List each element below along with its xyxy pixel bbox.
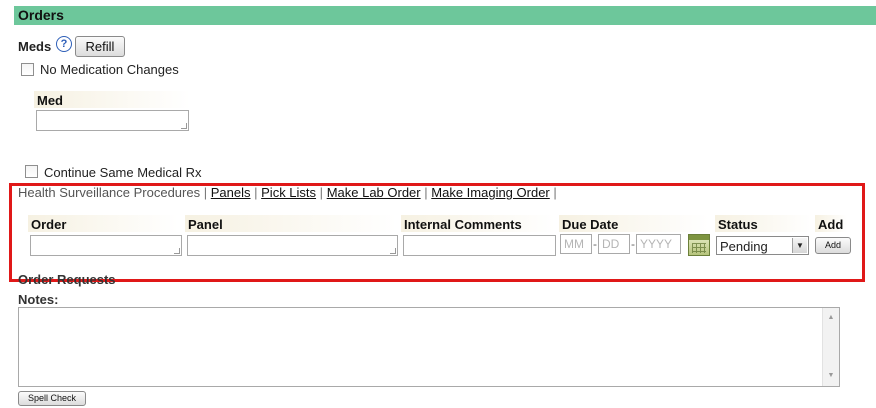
orders-title: Orders [18, 7, 64, 23]
no-medication-changes-label: No Medication Changes [40, 62, 179, 77]
scroll-up-icon[interactable]: ▲ [823, 310, 839, 326]
notes-textarea[interactable]: ▲ ▼ [18, 307, 840, 387]
med-input[interactable] [36, 110, 189, 131]
notes-label: Notes: [18, 292, 59, 307]
help-icon[interactable]: ? [56, 36, 72, 52]
continue-same-medical-rx-checkbox[interactable] [25, 165, 38, 178]
order-entry-highlight [9, 183, 865, 282]
med-column-header: Med [34, 91, 190, 108]
notes-scrollbar[interactable]: ▲ ▼ [822, 308, 839, 386]
meds-label: Meds [18, 39, 52, 54]
orders-header: Orders [14, 6, 876, 25]
no-medication-changes-checkbox[interactable] [21, 63, 34, 76]
scroll-down-icon[interactable]: ▼ [823, 368, 839, 384]
continue-same-medical-rx-label: Continue Same Medical Rx [44, 165, 202, 180]
spell-check-button[interactable]: Spell Check [18, 391, 86, 406]
order-requests-title: Order Requests [18, 272, 116, 287]
refill-button[interactable]: Refill [75, 36, 125, 57]
